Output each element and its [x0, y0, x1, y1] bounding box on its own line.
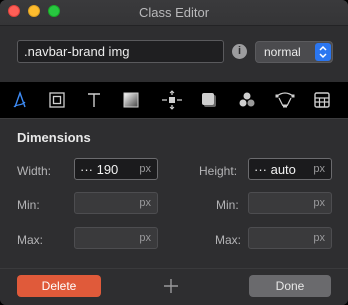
max-width-label: Max: [17, 233, 44, 247]
width-unit: px [139, 163, 151, 175]
state-select[interactable]: normal [255, 41, 333, 63]
height-unit: px [313, 163, 325, 175]
max-height-field[interactable]: px [248, 227, 332, 249]
plus-icon[interactable] [162, 277, 180, 295]
section-title: Dimensions [17, 130, 91, 145]
min-height-unit: px [313, 197, 325, 209]
done-button[interactable]: Done [249, 275, 331, 297]
min-width-unit: px [139, 197, 151, 209]
shadow-icon[interactable] [197, 88, 221, 112]
window-title: Class Editor [138, 5, 210, 20]
height-field[interactable]: ··· auto px [248, 158, 332, 180]
title-bar: Class Editor [0, 0, 348, 26]
class-editor-window: Class Editor .navbar-brand img i normal [0, 0, 348, 305]
dimensions-icon[interactable] [160, 88, 184, 112]
footer-bar: Delete Done [0, 268, 348, 305]
background-icon[interactable] [119, 88, 143, 112]
min-width-label: Min: [17, 198, 40, 212]
delete-button[interactable]: Delete [17, 275, 101, 297]
box-model-icon[interactable] [45, 88, 69, 112]
max-width-field[interactable]: px [74, 227, 158, 249]
width-label: Width: [17, 164, 52, 178]
height-label: Height: [199, 164, 238, 178]
grid-icon[interactable] [310, 88, 334, 112]
effects-icon[interactable] [235, 88, 259, 112]
width-value: ··· 190 [80, 162, 119, 177]
min-height-label: Min: [216, 198, 239, 212]
typography-icon[interactable] [8, 88, 32, 112]
class-selector-input[interactable]: .navbar-brand img [17, 40, 224, 63]
height-value: ··· auto [254, 162, 296, 177]
min-height-field[interactable]: px [248, 192, 332, 214]
selector-bar: .navbar-brand img i normal [0, 26, 348, 82]
state-select-value: normal [264, 45, 301, 59]
text-icon[interactable] [82, 88, 106, 112]
transform-icon[interactable] [273, 88, 297, 112]
max-height-label: Max: [215, 233, 242, 247]
width-field[interactable]: ··· 190 px [74, 158, 158, 180]
info-icon[interactable]: i [232, 44, 247, 59]
style-category-toolbar [0, 82, 348, 118]
min-width-field[interactable]: px [74, 192, 158, 214]
max-width-unit: px [139, 232, 151, 244]
max-height-unit: px [313, 232, 325, 244]
chevron-updown-icon [315, 43, 331, 61]
